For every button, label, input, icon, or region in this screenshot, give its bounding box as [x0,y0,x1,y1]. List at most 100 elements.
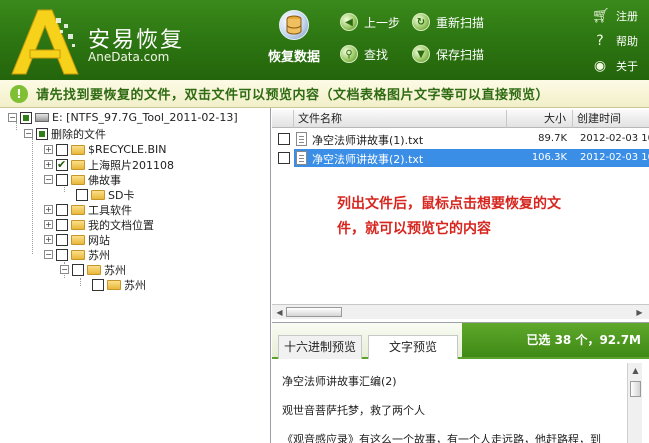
save-scan-button[interactable]: ▼ 保存扫描 [412,45,484,63]
column-header-size[interactable]: 大小 [507,110,573,128]
tree-label: 苏州 [124,278,146,292]
expand-icon[interactable]: + [44,145,53,154]
find-label: 查找 [364,47,389,62]
tree-root-drive[interactable]: − E: [NTFS_97.7G_Tool_2011-02-13] [8,110,238,125]
anedata-logo-icon [11,9,79,75]
tree-checkbox[interactable] [92,278,104,291]
back-arrow-icon: ◀ [340,13,358,31]
help-button[interactable]: ? 帮助 [592,33,638,49]
prev-step-label: 上一步 [364,15,401,30]
preview-line: 《观音感应录》有这么一个故事，有一个人走远路，他赶路程，到 [282,433,601,443]
collapse-icon[interactable]: − [44,175,53,184]
scroll-up-icon[interactable]: ▲ [630,366,641,377]
rescan-icon: ↻ [412,13,430,31]
tree-item-suzhou-leaf[interactable]: 苏州 [92,277,146,292]
file-name: 净空法师讲故事(2).txt [312,153,424,166]
collapse-icon[interactable]: − [8,113,17,122]
tree-checkbox[interactable] [56,203,68,216]
expand-icon[interactable]: + [44,205,53,214]
tab-hex-preview[interactable]: 十六进制预览 [278,335,362,359]
preview-panel: 十六进制预览 文字预览 已选 38 个，92.7M 净空法师讲故事汇编(2) 观… [272,322,649,443]
expand-icon[interactable]: + [44,235,53,244]
file-created: 2012-02-03 10 [580,133,649,144]
file-checkbox[interactable] [278,152,290,164]
tree-checkbox[interactable] [72,263,84,276]
tree-checkbox[interactable] [20,111,32,124]
tree-label: 网站 [88,233,110,247]
folder-icon [71,249,85,260]
column-header-name[interactable]: 文件名称 [294,110,507,128]
scroll-thumb[interactable] [286,307,342,317]
tree-label: 删除的文件 [51,127,106,141]
tree-item-website[interactable]: + 网站 [44,232,110,247]
expand-icon[interactable]: + [44,160,53,169]
tree-checkbox[interactable] [76,188,88,201]
tree-item-sd-card[interactable]: SD卡 [76,187,134,202]
tree-label: 我的文档位置 [88,218,154,232]
app-url: AneData.com [88,50,170,64]
save-scan-label: 保存扫描 [436,47,485,62]
tree-label: 上海照片201108 [88,158,174,172]
about-label: 关于 [616,60,638,73]
hint-text: 请先找到要恢复的文件，双击文件可以预览内容（文档表格图片文字等可以直接预览） [36,88,550,103]
tree-checkbox[interactable] [56,248,68,261]
instruction-annotation: 列出文件后，鼠标点击想要恢复的文件，就可以预览它的内容 [337,196,561,237]
scroll-right-icon[interactable]: ▶ [634,307,645,318]
find-button[interactable]: ⚲ 查找 [340,45,388,63]
search-icon: ⚲ [340,45,358,63]
tree-label: $RECYCLE.BIN [88,143,167,156]
tree-label: SD卡 [108,188,135,202]
save-icon: ▼ [412,45,430,63]
folder-tree[interactable]: − E: [NTFS_97.7G_Tool_2011-02-13] − 删除的文… [0,108,271,443]
preview-tabs: 十六进制预览 文字预览 已选 38 个，92.7M [272,323,649,359]
tree-item-suzhou[interactable]: − 苏州 [44,247,110,262]
folder-icon [71,159,85,170]
file-list[interactable]: 文件名称 大小 创建时间 净空法师讲故事(1).txt 89.7K 2012-0… [272,108,649,320]
tree-checkbox[interactable] [36,127,48,140]
folder-icon [71,219,85,230]
rescan-label: 重新扫描 [436,15,485,30]
folder-icon [71,144,85,155]
collapse-icon[interactable]: − [24,129,33,138]
tree-checkbox[interactable] [56,173,68,186]
tree-item-buddha-stories[interactable]: − 佛故事 [44,172,121,187]
file-name: 净空法师讲故事(1).txt [312,134,424,147]
folder-icon [71,204,85,215]
file-size: 89.7K [538,133,567,144]
tree-item-recycle-bin[interactable]: + $RECYCLE.BIN [44,142,166,157]
file-checkbox[interactable] [278,133,290,145]
tree-label: E: [NTFS_97.7G_Tool_2011-02-13] [52,111,238,124]
tree-label: 佛故事 [88,173,121,187]
tree-item-suzhou-sub[interactable]: − 苏州 [60,262,126,277]
tree-checkbox[interactable] [56,218,68,231]
tree-item-tools[interactable]: + 工具软件 [44,202,132,217]
scroll-thumb[interactable] [630,381,641,397]
help-label: 帮助 [616,35,638,48]
file-row-selected[interactable]: 净空法师讲故事(2).txt 106.3K 2012-02-03 10 [272,149,649,167]
tab-text-preview[interactable]: 文字预览 [368,335,458,359]
collapse-icon[interactable]: − [44,250,53,259]
collapse-icon[interactable]: − [60,265,69,274]
tree-checkbox[interactable] [56,233,68,246]
vertical-scrollbar[interactable]: ▲ [627,363,642,443]
hint-bar: ! 请先找到要恢复的文件，双击文件可以预览内容（文档表格图片文字等可以直接预览） [0,80,649,108]
recover-data-button[interactable]: 恢复数据 [262,10,326,65]
rescan-button[interactable]: ↻ 重新扫描 [412,13,484,31]
horizontal-scrollbar[interactable]: ◀ ▶ [272,304,649,319]
expand-icon[interactable]: + [44,220,53,229]
column-header-created[interactable]: 创建时间 [573,110,649,128]
tree-item-shanghai-photos[interactable]: + 上海照片201108 [44,157,174,172]
folder-icon [107,279,121,290]
tree-checkbox[interactable] [56,158,68,171]
prev-step-button[interactable]: ◀ 上一步 [340,13,400,31]
about-button[interactable]: ◉ 关于 [592,58,638,74]
scroll-left-icon[interactable]: ◀ [274,307,285,318]
header-spacer [272,110,294,128]
tree-item-my-documents[interactable]: + 我的文档位置 [44,217,154,232]
tree-guide [80,278,81,286]
register-button[interactable]: 🛒︎ 注册 [592,8,638,24]
tree-item-deleted-files[interactable]: − 删除的文件 [24,126,106,141]
app-header: 安易恢复 AneData.com 恢复数据 ◀ 上一步 ↻ 重新扫描 ⚲ 查找 … [0,0,649,80]
tree-checkbox[interactable] [56,143,68,156]
file-row[interactable]: 净空法师讲故事(1).txt 89.7K 2012-02-03 10 [272,130,649,148]
